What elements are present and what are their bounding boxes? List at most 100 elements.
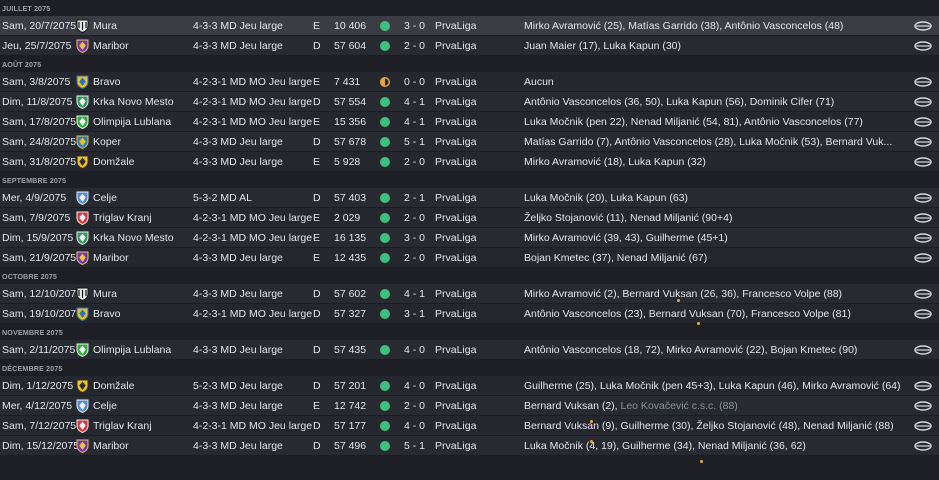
score-link[interactable]: 2 - 1	[404, 188, 425, 208]
match-row[interactable]: Sam, 7/9/2075 Triglav Kranj 4-2-3-1 MD MO …	[0, 208, 939, 228]
opponent-link[interactable]: Mura	[93, 16, 117, 36]
match-row[interactable]: Dim, 1/12/2075 Domžale 5-2-3 MD Jeu large D…	[0, 376, 939, 396]
match-row[interactable]: Sam, 21/9/2075 Maribor 4-3-3 MD Jeu large E…	[0, 248, 939, 268]
opponent-link[interactable]: Mura	[93, 284, 117, 304]
opponent-link[interactable]: Bravo	[93, 304, 120, 324]
score-link[interactable]: 3 - 0	[404, 228, 425, 248]
result-dot-icon	[380, 345, 390, 355]
result-dot-icon	[380, 77, 390, 87]
competition-link[interactable]: PrvaLiga	[435, 436, 476, 456]
competition-link[interactable]: PrvaLiga	[435, 284, 476, 304]
opponent-link[interactable]: Bravo	[93, 72, 120, 92]
score-link[interactable]: 4 - 1	[404, 92, 425, 112]
goalscorers-text: Juan Maier (17), Luka Kapun (30)	[524, 40, 682, 52]
competition-link[interactable]: PrvaLiga	[435, 72, 476, 92]
competition-link[interactable]: PrvaLiga	[435, 112, 476, 132]
match-report-icon[interactable]	[914, 137, 932, 147]
match-report-icon[interactable]	[914, 117, 932, 127]
match-report-icon[interactable]	[914, 41, 932, 51]
opponent-link[interactable]: Olimpija Lublana	[93, 112, 171, 132]
match-report-icon[interactable]	[914, 21, 932, 31]
match-row[interactable]: Sam, 3/8/2075 Bravo 4-2-3-1 MD MO Jeu larg…	[0, 72, 939, 92]
competition-link[interactable]: PrvaLiga	[435, 396, 476, 416]
match-row[interactable]: Jeu, 25/7/2075 Maribor 4-3-3 MD Jeu large D…	[0, 36, 939, 56]
goalscorers-text: Aucun	[524, 76, 554, 88]
match-row[interactable]: Sam, 12/10/2075 Mura 4-3-3 MD Jeu large D 57…	[0, 284, 939, 304]
match-report-icon[interactable]	[914, 253, 932, 263]
score-link[interactable]: 2 - 0	[404, 248, 425, 268]
match-row[interactable]: Sam, 24/8/2075 Koper 4-3-3 MD Jeu large D 57…	[0, 132, 939, 152]
competition-link[interactable]: PrvaLiga	[435, 376, 476, 396]
score-link[interactable]: 2 - 0	[404, 208, 425, 228]
opponent-link[interactable]: Maribor	[93, 248, 129, 268]
score-link[interactable]: 5 - 1	[404, 436, 425, 456]
match-row[interactable]: Mer, 4/9/2075 Celje 5-3-2 MD AL D 57 403 2 - …	[0, 188, 939, 208]
match-report-icon[interactable]	[914, 233, 932, 243]
match-row[interactable]: Sam, 31/8/2075 Domžale 4-3-3 MD Jeu large E…	[0, 152, 939, 172]
match-report-icon[interactable]	[914, 421, 932, 431]
match-row[interactable]: Dim, 15/9/2075 Krka Novo Mesto 4-2-3-1 MD …	[0, 228, 939, 248]
score-link[interactable]: 2 - 0	[404, 152, 425, 172]
score-link[interactable]: 4 - 1	[404, 284, 425, 304]
opponent-link[interactable]: Celje	[93, 188, 117, 208]
score-link[interactable]: 5 - 1	[404, 132, 425, 152]
competition-link[interactable]: PrvaLiga	[435, 188, 476, 208]
opponent-link[interactable]: Triglav Kranj	[93, 416, 152, 436]
opponent-link[interactable]: Olimpija Lublana	[93, 340, 171, 360]
competition-link[interactable]: PrvaLiga	[435, 208, 476, 228]
competition-link[interactable]: PrvaLiga	[435, 152, 476, 172]
score-link[interactable]: 4 - 0	[404, 376, 425, 396]
match-report-icon[interactable]	[914, 441, 932, 451]
match-row[interactable]: Sam, 20/7/2075 Mura 4-3-3 MD Jeu large E 10 …	[0, 16, 939, 36]
rating-star-icon	[590, 440, 593, 443]
opponent-link[interactable]: Domžale	[93, 376, 134, 396]
competition-link[interactable]: PrvaLiga	[435, 36, 476, 56]
match-report-icon[interactable]	[914, 309, 932, 319]
competition-link[interactable]: PrvaLiga	[435, 16, 476, 36]
opponent-link[interactable]: Celje	[93, 396, 117, 416]
competition-link[interactable]: PrvaLiga	[435, 248, 476, 268]
competition-link[interactable]: PrvaLiga	[435, 304, 476, 324]
match-report-icon[interactable]	[914, 97, 932, 107]
score-link[interactable]: 2 - 0	[404, 396, 425, 416]
match-report-icon[interactable]	[914, 213, 932, 223]
match-row[interactable]: Sam, 2/11/2075 Olimpija Lublana 4-3-3 MD J…	[0, 340, 939, 360]
score-link[interactable]: 4 - 0	[404, 416, 425, 436]
attendance: 5 928	[334, 156, 361, 168]
opponent-link[interactable]: Maribor	[93, 436, 129, 456]
opponent-link[interactable]: Maribor	[93, 36, 129, 56]
result-dot-icon	[380, 41, 390, 51]
match-report-icon[interactable]	[914, 401, 932, 411]
score-link[interactable]: 4 - 1	[404, 112, 425, 132]
opponent-link[interactable]: Krka Novo Mesto	[93, 228, 174, 248]
competition-link[interactable]: PrvaLiga	[435, 340, 476, 360]
match-report-icon[interactable]	[914, 289, 932, 299]
score-link[interactable]: 2 - 0	[404, 36, 425, 56]
match-row[interactable]: Mer, 4/12/2075 Celje 4-3-3 MD Jeu large E 12…	[0, 396, 939, 416]
match-report-icon[interactable]	[914, 77, 932, 87]
opponent-link[interactable]: Krka Novo Mesto	[93, 92, 174, 112]
match-row[interactable]: Sam, 19/10/2075 Bravo 4-2-3-1 MD MO Jeu la…	[0, 304, 939, 324]
match-row[interactable]: Sam, 7/12/2075 Triglav Kranj 4-2-3-1 MD MO…	[0, 416, 939, 436]
score-link[interactable]: 0 - 0	[404, 72, 425, 92]
match-report-icon[interactable]	[914, 193, 932, 203]
opponent-link[interactable]: Triglav Kranj	[93, 208, 152, 228]
venue: D	[313, 380, 321, 392]
score-link[interactable]: 3 - 1	[404, 304, 425, 324]
match-date: Sam, 17/8/2075	[2, 116, 77, 128]
score-link[interactable]: 3 - 0	[404, 16, 425, 36]
competition-link[interactable]: PrvaLiga	[435, 228, 476, 248]
match-report-icon[interactable]	[914, 157, 932, 167]
match-row[interactable]: Dim, 15/12/2075 Maribor 4-3-3 MD Jeu large…	[0, 436, 939, 456]
match-row[interactable]: Sam, 17/8/2075 Olimpija Lublana 4-2-3-1 MD…	[0, 112, 939, 132]
formation: 4-3-3 MD Jeu large	[193, 344, 283, 356]
competition-link[interactable]: PrvaLiga	[435, 416, 476, 436]
competition-link[interactable]: PrvaLiga	[435, 132, 476, 152]
match-row[interactable]: Dim, 11/8/2075 Krka Novo Mesto 4-2-3-1 MD …	[0, 92, 939, 112]
match-report-icon[interactable]	[914, 381, 932, 391]
competition-link[interactable]: PrvaLiga	[435, 92, 476, 112]
match-report-icon[interactable]	[914, 345, 932, 355]
opponent-link[interactable]: Domžale	[93, 152, 134, 172]
score-link[interactable]: 4 - 0	[404, 340, 425, 360]
opponent-link[interactable]: Koper	[93, 132, 121, 152]
